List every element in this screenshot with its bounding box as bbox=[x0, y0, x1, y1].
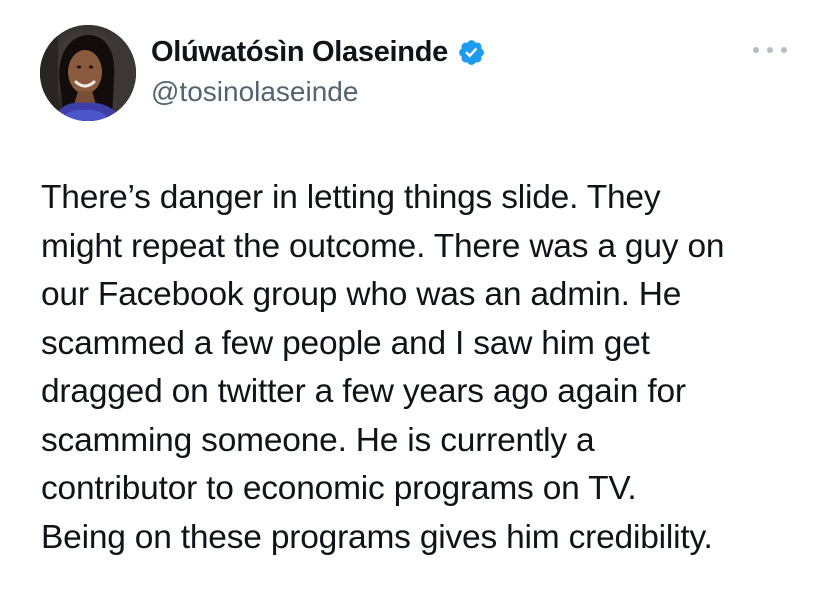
more-dot bbox=[781, 47, 787, 53]
tweet-text-line: Being on these programs gives him credib… bbox=[41, 518, 713, 556]
more-options-icon[interactable] bbox=[753, 38, 787, 62]
more-dot bbox=[753, 47, 759, 53]
tweet-text-line: There’s danger in letting things slide. … bbox=[41, 179, 661, 216]
tweet-text: There’s danger in letting things slide. … bbox=[41, 174, 811, 562]
tweet-text-line: scammed a few people and I saw him get bbox=[41, 324, 650, 362]
profile-photo-icon bbox=[40, 25, 136, 121]
tweet-text-line: dragged on twitter a few years ago again… bbox=[41, 373, 686, 410]
tweet-text-line: our Facebook group who was an admin. He bbox=[41, 276, 682, 313]
more-dot bbox=[767, 47, 773, 53]
avatar[interactable] bbox=[40, 25, 136, 121]
verified-badge-icon[interactable] bbox=[457, 38, 486, 67]
author-name-row[interactable]: Olúwatósìn Olaseinde bbox=[151, 34, 486, 70]
tweet-text-line: contributor to economic programs on TV. bbox=[41, 470, 637, 507]
author-handle[interactable]: @tosinolaseinde bbox=[151, 76, 358, 108]
tweet-text-line: scamming someone. He is currently a bbox=[41, 421, 595, 459]
tweet-text-line: might repeat the outcome. There was a gu… bbox=[41, 227, 725, 265]
tweet-card: Olúwatósìn Olaseinde @tosinolaseinde The… bbox=[0, 0, 828, 596]
author-display-name[interactable]: Olúwatósìn Olaseinde bbox=[151, 36, 448, 69]
